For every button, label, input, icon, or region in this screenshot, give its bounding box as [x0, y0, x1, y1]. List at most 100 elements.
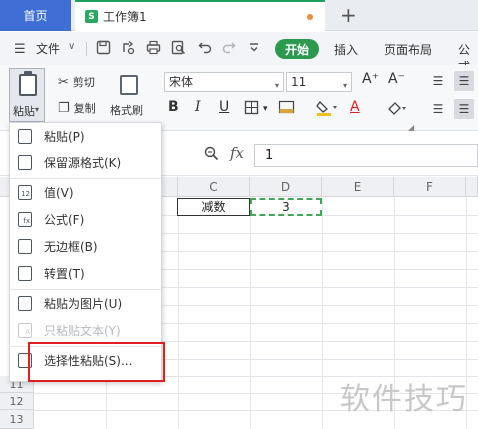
chevron-down-icon: ▾ — [274, 81, 279, 90]
menu-item-formulas[interactable]: fx 公式(F) — [10, 207, 161, 232]
font-size-select[interactable]: 11 ▾ — [286, 72, 352, 92]
menu-divider — [10, 178, 161, 179]
file-menu[interactable]: 文件 — [36, 40, 60, 57]
chevron-down-icon: ▾ — [35, 105, 40, 114]
font-size-value: 11 — [291, 75, 307, 89]
column-header-g[interactable] — [466, 177, 478, 197]
align-center-icon[interactable]: ☰ — [454, 99, 474, 119]
watermark: 软件技巧 — [340, 382, 468, 417]
home-tab[interactable]: 首页 — [0, 0, 71, 31]
menu-item-transpose[interactable]: 转置(T) — [10, 261, 161, 286]
menu-divider — [10, 289, 161, 290]
paste-text-icon: A — [18, 323, 32, 338]
font-name-select[interactable]: 宋体 ▾ — [164, 72, 284, 92]
menu-item-no-borders[interactable]: 无边框(B) — [10, 234, 161, 259]
insert-tab[interactable]: 插入 — [334, 41, 358, 58]
menu-item-keep-source-format[interactable]: 保留源格式(K) — [10, 150, 161, 175]
column-header-e[interactable]: E — [322, 177, 394, 197]
format-painter-icon[interactable] — [120, 75, 138, 95]
menu-item-label: 粘贴(P) — [44, 130, 85, 144]
cut-label: 剪切 — [72, 76, 95, 89]
more-icon[interactable] — [248, 40, 260, 58]
chevron-down-icon[interactable]: ∨ — [68, 41, 75, 52]
menu-item-label: 保留源格式(K) — [44, 156, 122, 170]
chevron-down-icon[interactable]: ▾ — [263, 104, 268, 114]
formula-input[interactable]: 1 — [254, 144, 478, 167]
unsaved-dot-icon — [307, 14, 313, 20]
redo-icon[interactable] — [222, 40, 236, 58]
hamburger-icon[interactable]: ☰ — [14, 42, 26, 57]
document-tab[interactable]: S 工作簿1 — [75, 0, 325, 31]
start-tab[interactable]: 开始 — [275, 39, 319, 59]
no-border-icon — [18, 239, 32, 254]
align-left-icon[interactable]: ☰ — [428, 99, 448, 119]
print-icon[interactable] — [146, 40, 161, 59]
cell-c2[interactable]: 减数 — [177, 198, 250, 216]
keep-format-icon — [18, 155, 32, 170]
scissors-icon: ✂ — [58, 74, 69, 90]
tab-bar: 首页 S 工作簿1 + — [0, 0, 478, 31]
menu-item-label: 值(V) — [44, 186, 74, 200]
grid-line — [250, 197, 251, 429]
chevron-down-icon: ▾ — [342, 81, 347, 90]
copy-icon: ❐ — [58, 100, 70, 116]
paste-formula-icon: fx — [18, 212, 32, 227]
font-name-value: 宋体 — [169, 75, 194, 89]
menu-item-values[interactable]: 12 值(V) — [10, 180, 161, 205]
underline-button[interactable]: U — [219, 99, 229, 115]
clipboard-icon — [19, 71, 37, 96]
format-painter-button[interactable]: 格式刷 — [110, 102, 143, 118]
cell-fill-icon[interactable] — [278, 100, 296, 119]
save-icon[interactable] — [96, 40, 111, 59]
print-preview-icon[interactable] — [171, 40, 186, 59]
expand-dialog-icon[interactable]: ◢ — [408, 123, 414, 132]
new-tab-button[interactable]: + — [340, 3, 357, 27]
function-icon[interactable]: fx — [230, 144, 244, 162]
grow-font-icon[interactable]: A⁺ — [362, 71, 379, 87]
paste-values-icon: 12 — [18, 185, 32, 200]
undo-icon[interactable] — [198, 40, 212, 58]
copy-label: 复制 — [73, 102, 96, 115]
page-layout-tab[interactable]: 页面布局 — [384, 41, 432, 58]
transpose-icon — [18, 266, 32, 281]
menu-item-label: 转置(T) — [44, 267, 85, 281]
menu-item-label: 公式(F) — [44, 213, 85, 227]
menu-item-paste-text-only: A 只粘贴文本(Y) — [10, 318, 161, 343]
highlight-box — [28, 342, 165, 382]
grid-line — [322, 197, 323, 429]
menu-divider — [86, 42, 87, 56]
paste-picture-icon — [18, 296, 32, 311]
column-header-c[interactable]: C — [178, 177, 250, 197]
copy-button[interactable]: ❐ 复制 — [58, 100, 96, 116]
italic-button[interactable]: I — [195, 99, 201, 115]
zoom-icon[interactable] — [204, 146, 219, 165]
paste-dropdown-menu: 粘贴(P) 保留源格式(K) 12 值(V) fx 公式(F) 无边框(B) 转… — [9, 122, 165, 382]
align-middle-icon[interactable]: ☰ — [454, 71, 474, 91]
fill-color-icon[interactable] — [316, 100, 338, 120]
shrink-font-icon[interactable]: A⁻ — [388, 71, 405, 87]
grid-line — [178, 197, 179, 429]
spreadsheet-icon: S — [85, 10, 98, 23]
document-tab-title: 工作簿1 — [103, 10, 147, 24]
column-header-d[interactable]: D — [250, 177, 322, 197]
column-header-f[interactable]: F — [394, 177, 466, 197]
paste-icon — [18, 129, 32, 144]
menu-item-paste[interactable]: 粘贴(P) — [10, 124, 161, 149]
bold-button[interactable]: B — [168, 99, 179, 115]
paste-button[interactable]: 粘贴 ▾ — [9, 68, 45, 122]
clear-format-icon[interactable] — [386, 100, 406, 120]
cut-button[interactable]: ✂ 剪切 — [58, 74, 95, 90]
align-top-icon[interactable]: ☰ — [428, 71, 448, 91]
row-header-12[interactable]: 12 — [0, 393, 34, 410]
menu-bar: ☰ 文件 ∨ 开始 插入 页面布局 公式 — [0, 32, 478, 74]
row-header-13[interactable]: 13 — [0, 410, 34, 429]
font-color-icon[interactable]: A — [350, 99, 360, 115]
paste-label: 粘贴 — [13, 105, 35, 118]
border-icon[interactable] — [244, 100, 259, 119]
menu-item-paste-as-picture[interactable]: 粘贴为图片(U) — [10, 291, 161, 316]
menu-item-label: 粘贴为图片(U) — [44, 297, 123, 311]
export-icon[interactable] — [121, 40, 136, 59]
cell-d2-copied[interactable]: 3 — [250, 198, 322, 216]
menu-item-label: 无边框(B) — [44, 240, 98, 254]
menu-item-label: 只粘贴文本(Y) — [44, 324, 121, 338]
